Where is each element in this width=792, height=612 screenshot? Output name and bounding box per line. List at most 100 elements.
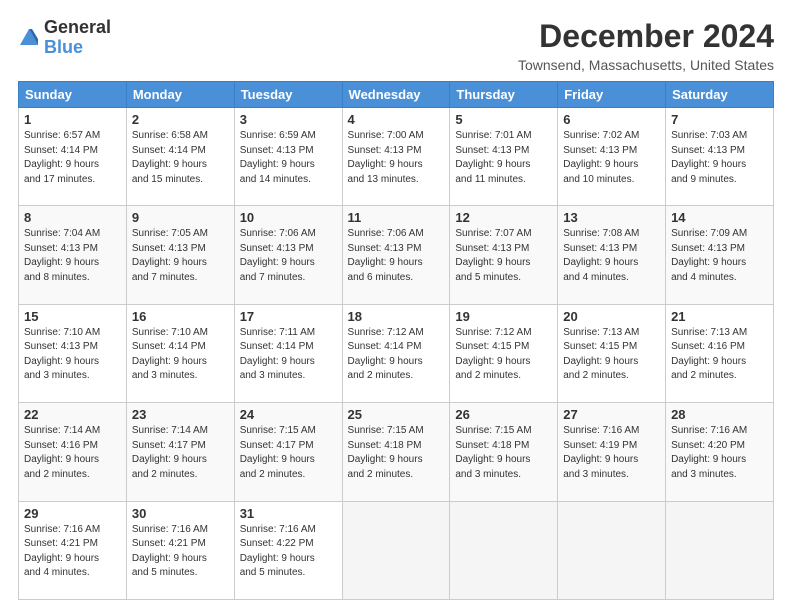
- header: General Blue December 2024 Townsend, Mas…: [18, 18, 774, 73]
- calendar-cell: 31Sunrise: 7:16 AM Sunset: 4:22 PM Dayli…: [234, 501, 342, 599]
- calendar-cell: [342, 501, 450, 599]
- day-info: Sunrise: 7:16 AM Sunset: 4:22 PM Dayligh…: [240, 523, 337, 581]
- day-info: Sunrise: 7:15 AM Sunset: 4:17 PM Dayligh…: [240, 424, 337, 482]
- calendar-cell: 17 Sunrise: 7:11 AM Sunset: 4:14 PM Dayli…: [234, 304, 342, 402]
- day-number: 12: [455, 210, 552, 225]
- calendar-header-monday: Monday: [126, 82, 234, 108]
- calendar-cell: 19 Sunrise: 7:12 AM Sunset: 4:15 PM Dayli…: [450, 304, 558, 402]
- day-info: Sunrise: 6:59 AM Sunset: 4:13 PM Dayligh…: [240, 129, 337, 187]
- day-info: Sunrise: 7:16 AM Sunset: 4:21 PM Dayligh…: [24, 523, 121, 581]
- day-info: Sunrise: 7:09 AM Sunset: 4:13 PM Dayligh…: [671, 227, 768, 285]
- day-info: Sunrise: 7:13 AM Sunset: 4:15 PM Dayligh…: [563, 326, 660, 384]
- calendar-cell: 21 Sunrise: 7:13 AM Sunset: 4:16 PM Dayli…: [666, 304, 774, 402]
- day-number: 27: [563, 407, 660, 422]
- calendar-header-sunday: Sunday: [19, 82, 127, 108]
- day-info: Sunrise: 7:12 AM Sunset: 4:15 PM Dayligh…: [455, 326, 552, 384]
- day-number: 1: [24, 112, 121, 127]
- day-number: 19: [455, 309, 552, 324]
- day-info: Sunrise: 7:15 AM Sunset: 4:18 PM Dayligh…: [455, 424, 552, 482]
- calendar-cell: 22 Sunrise: 7:14 AM Sunset: 4:16 PM Dayli…: [19, 403, 127, 501]
- calendar-week-1: 1 Sunrise: 6:57 AM Sunset: 4:14 PM Daylig…: [19, 108, 774, 206]
- day-info: Sunrise: 7:00 AM Sunset: 4:13 PM Dayligh…: [348, 129, 445, 187]
- logo-icon: [18, 27, 40, 49]
- day-number: 15: [24, 309, 121, 324]
- day-number: 13: [563, 210, 660, 225]
- calendar-cell: 18 Sunrise: 7:12 AM Sunset: 4:14 PM Dayli…: [342, 304, 450, 402]
- day-info: Sunrise: 7:15 AM Sunset: 4:18 PM Dayligh…: [348, 424, 445, 482]
- day-number: 7: [671, 112, 768, 127]
- day-info: Sunrise: 7:08 AM Sunset: 4:13 PM Dayligh…: [563, 227, 660, 285]
- calendar-cell: 7Sunrise: 7:03 AM Sunset: 4:13 PM Daylig…: [666, 108, 774, 206]
- calendar-table: SundayMondayTuesdayWednesdayThursdayFrid…: [18, 81, 774, 600]
- day-info: Sunrise: 7:11 AM Sunset: 4:14 PM Dayligh…: [240, 326, 337, 384]
- calendar-cell: 26Sunrise: 7:15 AM Sunset: 4:18 PM Dayli…: [450, 403, 558, 501]
- day-info: Sunrise: 7:10 AM Sunset: 4:14 PM Dayligh…: [132, 326, 229, 384]
- day-info: Sunrise: 7:06 AM Sunset: 4:13 PM Dayligh…: [348, 227, 445, 285]
- calendar-cell: 30Sunrise: 7:16 AM Sunset: 4:21 PM Dayli…: [126, 501, 234, 599]
- day-info: Sunrise: 7:16 AM Sunset: 4:21 PM Dayligh…: [132, 523, 229, 581]
- calendar-cell: 28 Sunrise: 7:16 AM Sunset: 4:20 PM Dayli…: [666, 403, 774, 501]
- calendar-header-row: SundayMondayTuesdayWednesdayThursdayFrid…: [19, 82, 774, 108]
- day-number: 28: [671, 407, 768, 422]
- title-block: December 2024 Townsend, Massachusetts, U…: [518, 18, 774, 73]
- calendar-cell: 23Sunrise: 7:14 AM Sunset: 4:17 PM Dayli…: [126, 403, 234, 501]
- calendar-cell: 14 Sunrise: 7:09 AM Sunset: 4:13 PM Dayli…: [666, 206, 774, 304]
- day-number: 21: [671, 309, 768, 324]
- calendar-week-3: 15 Sunrise: 7:10 AM Sunset: 4:13 PM Dayli…: [19, 304, 774, 402]
- day-number: 5: [455, 112, 552, 127]
- calendar-cell: 12 Sunrise: 7:07 AM Sunset: 4:13 PM Dayli…: [450, 206, 558, 304]
- day-number: 14: [671, 210, 768, 225]
- day-number: 17: [240, 309, 337, 324]
- day-number: 22: [24, 407, 121, 422]
- day-number: 20: [563, 309, 660, 324]
- day-info: Sunrise: 7:14 AM Sunset: 4:16 PM Dayligh…: [24, 424, 121, 482]
- logo-text: General Blue: [44, 18, 111, 58]
- calendar-cell: 5Sunrise: 7:01 AM Sunset: 4:13 PM Daylig…: [450, 108, 558, 206]
- logo: General Blue: [18, 18, 111, 58]
- day-number: 23: [132, 407, 229, 422]
- calendar-cell: 16Sunrise: 7:10 AM Sunset: 4:14 PM Dayli…: [126, 304, 234, 402]
- calendar-week-4: 22 Sunrise: 7:14 AM Sunset: 4:16 PM Dayli…: [19, 403, 774, 501]
- calendar-cell: 25Sunrise: 7:15 AM Sunset: 4:18 PM Dayli…: [342, 403, 450, 501]
- calendar-cell: 3 Sunrise: 6:59 AM Sunset: 4:13 PM Daylig…: [234, 108, 342, 206]
- day-number: 3: [240, 112, 337, 127]
- day-number: 4: [348, 112, 445, 127]
- day-number: 29: [24, 506, 121, 521]
- day-info: Sunrise: 7:12 AM Sunset: 4:14 PM Dayligh…: [348, 326, 445, 384]
- calendar-cell: 20 Sunrise: 7:13 AM Sunset: 4:15 PM Dayli…: [558, 304, 666, 402]
- day-info: Sunrise: 7:05 AM Sunset: 4:13 PM Dayligh…: [132, 227, 229, 285]
- month-title: December 2024: [518, 18, 774, 55]
- calendar-cell: 29 Sunrise: 7:16 AM Sunset: 4:21 PM Dayli…: [19, 501, 127, 599]
- day-number: 18: [348, 309, 445, 324]
- calendar-header-saturday: Saturday: [666, 82, 774, 108]
- calendar-cell: 2 Sunrise: 6:58 AM Sunset: 4:14 PM Daylig…: [126, 108, 234, 206]
- calendar-cell: 9 Sunrise: 7:05 AM Sunset: 4:13 PM Daylig…: [126, 206, 234, 304]
- day-number: 9: [132, 210, 229, 225]
- day-number: 6: [563, 112, 660, 127]
- day-number: 11: [348, 210, 445, 225]
- calendar-header-thursday: Thursday: [450, 82, 558, 108]
- calendar-header-tuesday: Tuesday: [234, 82, 342, 108]
- calendar-cell: 11 Sunrise: 7:06 AM Sunset: 4:13 PM Dayli…: [342, 206, 450, 304]
- calendar-header-friday: Friday: [558, 82, 666, 108]
- day-info: Sunrise: 7:10 AM Sunset: 4:13 PM Dayligh…: [24, 326, 121, 384]
- day-info: Sunrise: 6:57 AM Sunset: 4:14 PM Dayligh…: [24, 129, 121, 187]
- day-info: Sunrise: 6:58 AM Sunset: 4:14 PM Dayligh…: [132, 129, 229, 187]
- day-info: Sunrise: 7:16 AM Sunset: 4:19 PM Dayligh…: [563, 424, 660, 482]
- day-number: 24: [240, 407, 337, 422]
- day-number: 8: [24, 210, 121, 225]
- day-info: Sunrise: 7:16 AM Sunset: 4:20 PM Dayligh…: [671, 424, 768, 482]
- day-info: Sunrise: 7:04 AM Sunset: 4:13 PM Dayligh…: [24, 227, 121, 285]
- calendar-cell: 24 Sunrise: 7:15 AM Sunset: 4:17 PM Dayli…: [234, 403, 342, 501]
- calendar-cell: 1 Sunrise: 6:57 AM Sunset: 4:14 PM Daylig…: [19, 108, 127, 206]
- day-number: 2: [132, 112, 229, 127]
- calendar-cell: [450, 501, 558, 599]
- day-info: Sunrise: 7:07 AM Sunset: 4:13 PM Dayligh…: [455, 227, 552, 285]
- day-info: Sunrise: 7:02 AM Sunset: 4:13 PM Dayligh…: [563, 129, 660, 187]
- location: Townsend, Massachusetts, United States: [518, 57, 774, 73]
- day-info: Sunrise: 7:06 AM Sunset: 4:13 PM Dayligh…: [240, 227, 337, 285]
- day-number: 10: [240, 210, 337, 225]
- calendar-cell: 15 Sunrise: 7:10 AM Sunset: 4:13 PM Dayli…: [19, 304, 127, 402]
- calendar-cell: 8 Sunrise: 7:04 AM Sunset: 4:13 PM Daylig…: [19, 206, 127, 304]
- day-info: Sunrise: 7:13 AM Sunset: 4:16 PM Dayligh…: [671, 326, 768, 384]
